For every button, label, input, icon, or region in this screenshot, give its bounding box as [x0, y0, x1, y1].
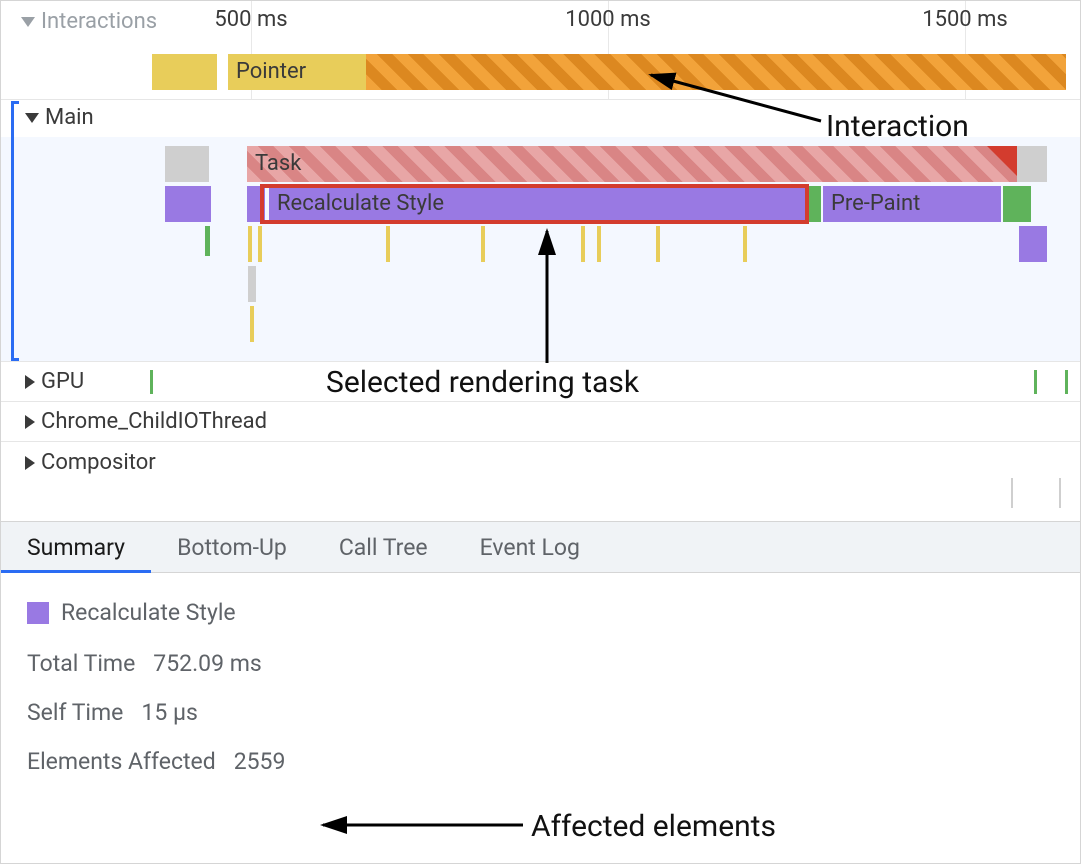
flame-bar-gray[interactable]: [165, 146, 209, 182]
flame-bar-green[interactable]: [1003, 186, 1031, 222]
main-track-header[interactable]: [1, 99, 1080, 137]
total-time-label: Total Time: [27, 650, 135, 677]
interaction-pointer[interactable]: Pointer: [228, 54, 366, 90]
compositor-toggle[interactable]: Compositor: [25, 450, 156, 475]
summary-row-self-time: Self Time 15 µs: [27, 699, 1054, 726]
total-time-value: 752.09 ms: [153, 650, 261, 677]
chevron-right-icon: [25, 415, 35, 429]
task-label: Task: [255, 151, 301, 176]
flame-tick-gray[interactable]: [248, 266, 256, 302]
interactions-label: Interactions: [41, 9, 157, 34]
interactions-track-header[interactable]: Interactions: [1, 1, 1080, 47]
elements-affected-label: Elements Affected: [27, 748, 216, 775]
interaction-pointer-label: Pointer: [236, 59, 306, 84]
summary-pane: Recalculate Style Total Time 752.09 ms S…: [1, 573, 1080, 823]
flame-bar-task[interactable]: Task: [247, 146, 1017, 182]
tab-event-log[interactable]: Event Log: [454, 522, 606, 572]
flame-tick-green[interactable]: [1065, 370, 1068, 394]
flame-tick-yellow[interactable]: [656, 226, 660, 262]
style-swatch: [27, 602, 49, 624]
flame-bar-purple[interactable]: [1019, 226, 1047, 262]
main-label-text: Main: [45, 105, 94, 130]
flame-bar-purple[interactable]: [165, 186, 211, 222]
elements-affected-value: 2559: [234, 748, 286, 775]
flame-tick-gray[interactable]: [1011, 478, 1013, 508]
flame-tick-yellow[interactable]: [481, 226, 485, 262]
childio-track[interactable]: Chrome_ChildIOThread: [1, 401, 1080, 441]
tick-label: 1500 ms: [922, 7, 1008, 32]
chevron-down-icon: [25, 113, 39, 123]
gpu-toggle[interactable]: GPU: [25, 369, 84, 394]
interactions-toggle[interactable]: Interactions: [21, 9, 157, 34]
interaction-long-striped[interactable]: [366, 54, 1066, 90]
flame-tick-green[interactable]: [1034, 370, 1037, 394]
main-track-brace: [11, 101, 19, 361]
tick-label: 1000 ms: [565, 7, 651, 32]
flame-tick-green[interactable]: [205, 226, 210, 256]
childio-toggle[interactable]: Chrome_ChildIOThread: [25, 409, 267, 434]
flame-tick-yellow[interactable]: [581, 226, 585, 262]
flame-tick-yellow[interactable]: [386, 226, 390, 262]
gpu-label: GPU: [41, 369, 84, 394]
flame-tick-gray[interactable]: [1059, 478, 1061, 508]
task-warning-icon: [987, 146, 1017, 176]
prepaint-label: Pre-Paint: [831, 191, 920, 216]
tab-summary[interactable]: Summary: [1, 522, 151, 572]
flame-bar-gray[interactable]: [1017, 146, 1047, 182]
flame-tick-yellow[interactable]: [743, 226, 747, 262]
details-tabstrip: Summary Bottom-Up Call Tree Event Log: [1, 521, 1080, 573]
main-track-body[interactable]: Task Recalculate Style Pre-Paint: [1, 137, 1080, 361]
tab-call-tree[interactable]: Call Tree: [313, 522, 454, 572]
chevron-right-icon: [25, 375, 35, 389]
main-toggle[interactable]: Main: [25, 105, 94, 130]
childio-label: Chrome_ChildIOThread: [41, 409, 267, 434]
timeline-area: 500 ms 1000 ms 1500 ms Interactions Poin…: [1, 1, 1080, 521]
summary-title: Recalculate Style: [27, 599, 1054, 626]
self-time-value: 15 µs: [141, 699, 197, 726]
tick-label: 500 ms: [214, 7, 287, 32]
flame-tick-yellow[interactable]: [250, 306, 254, 342]
compositor-label: Compositor: [41, 450, 156, 475]
flame-tick-yellow[interactable]: [248, 226, 252, 262]
chevron-down-icon: [21, 17, 35, 27]
flame-tick-yellow[interactable]: [597, 226, 601, 262]
summary-title-text: Recalculate Style: [61, 599, 236, 626]
self-time-label: Self Time: [27, 699, 123, 726]
tab-bottom-up[interactable]: Bottom-Up: [151, 522, 313, 572]
summary-row-elements-affected: Elements Affected 2559: [27, 748, 1054, 775]
selection-outline: [260, 184, 809, 224]
chevron-right-icon: [25, 456, 35, 470]
flame-bar-pre-paint[interactable]: Pre-Paint: [823, 186, 1001, 222]
interaction-bar[interactable]: [152, 54, 217, 90]
compositor-track[interactable]: Compositor: [1, 441, 1080, 521]
summary-row-total-time: Total Time 752.09 ms: [27, 650, 1054, 677]
flame-tick-green[interactable]: [150, 370, 153, 394]
flame-tick-yellow[interactable]: [258, 226, 262, 262]
gpu-track[interactable]: GPU: [1, 361, 1080, 401]
